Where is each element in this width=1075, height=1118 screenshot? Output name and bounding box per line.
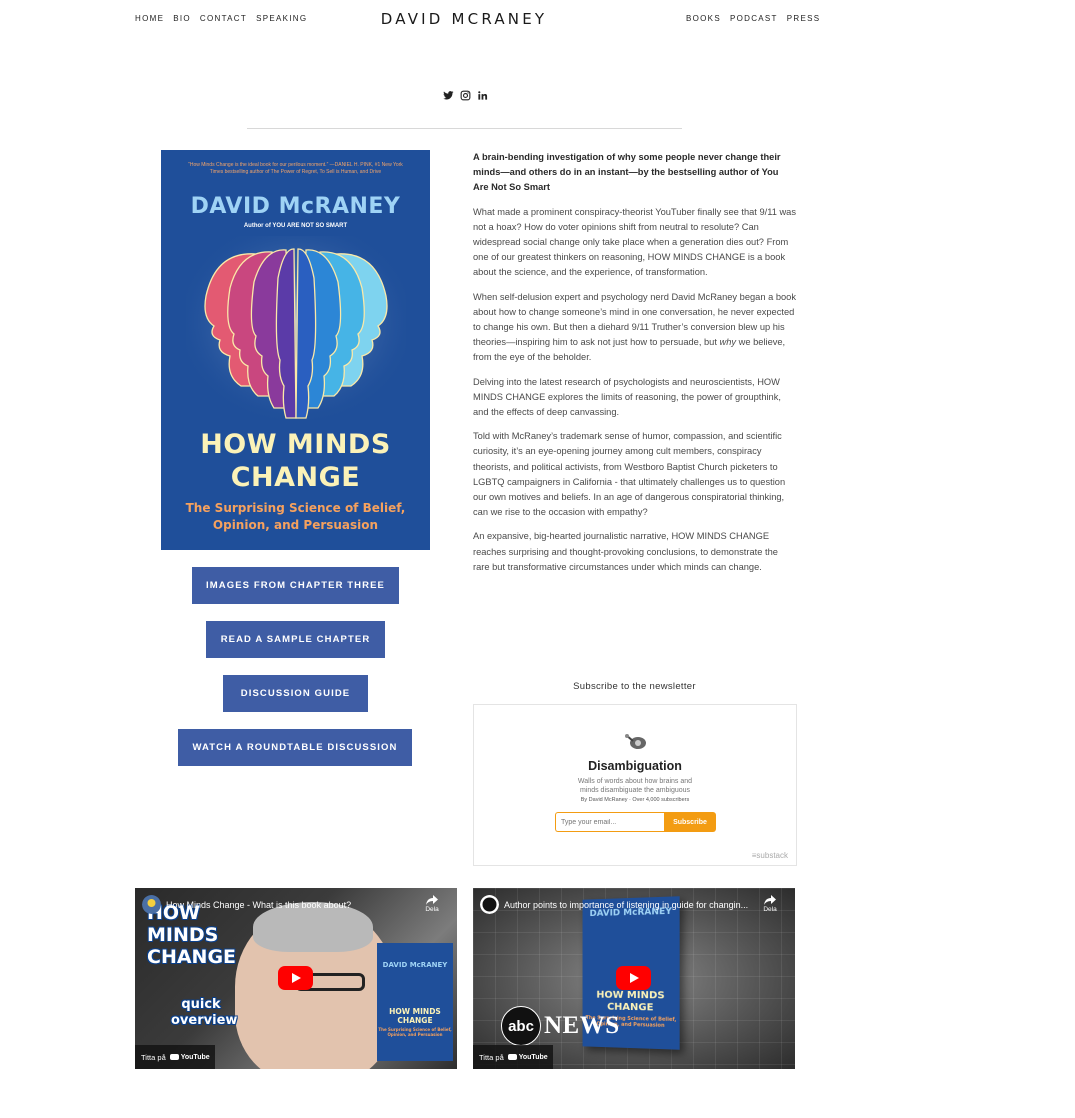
- email-input[interactable]: [555, 812, 664, 832]
- primary-nav-left: HOME BIO CONTACT SPEAKING: [135, 14, 316, 23]
- watch-on-label: Titta på: [479, 1052, 504, 1062]
- video-title[interactable]: How Minds Change - What is this book abo…: [166, 900, 416, 910]
- read-sample-chapter-button[interactable]: READ A SAMPLE CHAPTER: [206, 621, 385, 658]
- description-paragraph: An expansive, big-hearted journalistic n…: [473, 531, 778, 572]
- primary-nav-right: BOOKS PODCAST PRESS: [686, 14, 829, 23]
- social-links: [443, 90, 488, 101]
- book-cover: “How Minds Change is the ideal book for …: [161, 150, 430, 550]
- description-emphasis: why: [719, 337, 737, 348]
- video-overlay-title: HOW MINDS CHANGE: [147, 902, 237, 968]
- instagram-icon[interactable]: [460, 90, 471, 101]
- channel-avatar-icon[interactable]: [142, 895, 161, 914]
- nav-bio[interactable]: BIO: [173, 14, 191, 23]
- nav-books[interactable]: BOOKS: [686, 14, 721, 23]
- cover-subtitle-line2: Opinion, and Persuasion: [212, 518, 379, 532]
- cover-author: DAVID McRANEY: [190, 194, 401, 219]
- video-embed-abc-news[interactable]: DAVID McRANEY HOW MINDS CHANGE The Surpr…: [473, 888, 795, 1069]
- video-title[interactable]: Author points to importance of listening…: [504, 900, 754, 910]
- cover-blurb: “How Minds Change is the ideal book for …: [188, 162, 403, 175]
- cover-subtitle: The Surprising Science of Belief, Opinio…: [161, 500, 430, 534]
- cover-title-line1: HOW MINDS: [200, 429, 391, 460]
- abc-news-logo: abc NEWS: [501, 1006, 620, 1046]
- share-button[interactable]: Dela: [761, 895, 779, 913]
- play-button[interactable]: [616, 966, 651, 990]
- description-lead: A brain-bending investigation of why som…: [473, 152, 781, 193]
- newsletter-heading: Subscribe to the newsletter: [573, 681, 696, 692]
- youtube-logo: YouTube: [507, 1053, 548, 1061]
- newsletter-tagline: Walls of words about how brains and mind…: [577, 778, 693, 794]
- play-button[interactable]: [278, 966, 313, 990]
- video-book-image: DAVID McRANEY HOW MINDS CHANGE The Surpr…: [377, 943, 453, 1061]
- cover-subtitle-line1: The Surprising Science of Belief,: [185, 501, 406, 515]
- watch-roundtable-button[interactable]: WATCH A ROUNDTABLE DISCUSSION: [178, 729, 412, 766]
- nav-contact[interactable]: CONTACT: [200, 14, 247, 23]
- nav-speaking[interactable]: SPEAKING: [256, 14, 307, 23]
- youtube-icon: [507, 1054, 517, 1060]
- newsletter-byline: By David McRaney · Over 4,000 subscriber…: [580, 797, 690, 803]
- description-paragraph: Delving into the latest research of psyc…: [473, 376, 781, 418]
- cover-author-credit: Author of YOU ARE NOT SO SMART: [243, 223, 348, 229]
- description-paragraph: What made a prominent conspiracy-theoris…: [473, 206, 796, 278]
- video-book-author: DAVID McRANEY: [382, 961, 448, 969]
- substack-embed: Disambiguation Walls of words about how …: [473, 704, 797, 866]
- youtube-icon: [169, 1054, 179, 1060]
- images-chapter-three-button[interactable]: IMAGES FROM CHAPTER THREE: [192, 567, 399, 604]
- nav-press[interactable]: PRESS: [787, 14, 821, 23]
- video-overlay-subtitle: quick overview: [171, 997, 238, 1028]
- site-title[interactable]: DAVID MCRANEY: [369, 10, 559, 28]
- channel-avatar-icon[interactable]: [480, 895, 499, 914]
- description-paragraph: Told with McRaney’s trademark sense of h…: [473, 431, 786, 518]
- cover-title: HOW MINDS CHANGE: [161, 428, 430, 494]
- video-embed-book-overview[interactable]: HOW MINDS CHANGE quick overview DAVID Mc…: [135, 888, 457, 1069]
- cover-heads-illustration: [186, 236, 406, 426]
- watch-on-label: Titta på: [141, 1052, 166, 1062]
- discussion-guide-button[interactable]: DISCUSSION GUIDE: [223, 675, 368, 712]
- watch-on-youtube[interactable]: Titta på YouTube: [473, 1045, 553, 1069]
- twitter-icon[interactable]: [443, 90, 454, 101]
- substack-brand[interactable]: ≡substack: [752, 851, 788, 860]
- description-paragraph: When self-delusion expert and psychology…: [473, 290, 796, 366]
- share-icon: [764, 895, 776, 905]
- substack-brand-label: substack: [756, 851, 788, 860]
- abc-logo-mark: abc: [501, 1006, 541, 1046]
- share-label: Dela: [425, 906, 439, 913]
- share-icon: [426, 895, 438, 905]
- youtube-label: YouTube: [180, 1053, 210, 1061]
- cover-title-line2: CHANGE: [230, 462, 361, 493]
- news-wordmark: NEWS: [544, 1012, 620, 1039]
- share-button[interactable]: Dela: [423, 895, 441, 913]
- nav-home[interactable]: HOME: [135, 14, 164, 23]
- video-book-title: HOW MINDS CHANGE: [389, 1007, 441, 1025]
- youtube-logo: YouTube: [169, 1053, 210, 1061]
- subscribe-button[interactable]: Subscribe: [664, 812, 716, 832]
- youtube-label: YouTube: [518, 1053, 548, 1061]
- video-book-subtitle: The Surprising Science of Belief, Opinio…: [378, 1027, 452, 1037]
- header-divider: [247, 128, 682, 129]
- nav-podcast[interactable]: PODCAST: [730, 14, 778, 23]
- book-description: A brain-bending investigation of why som…: [473, 150, 796, 584]
- share-label: Dela: [763, 906, 777, 913]
- linkedin-icon[interactable]: [477, 90, 488, 101]
- watch-on-youtube[interactable]: Titta på YouTube: [135, 1045, 215, 1069]
- newsletter-name: Disambiguation: [588, 759, 682, 773]
- newsletter-logo-icon: [625, 734, 646, 749]
